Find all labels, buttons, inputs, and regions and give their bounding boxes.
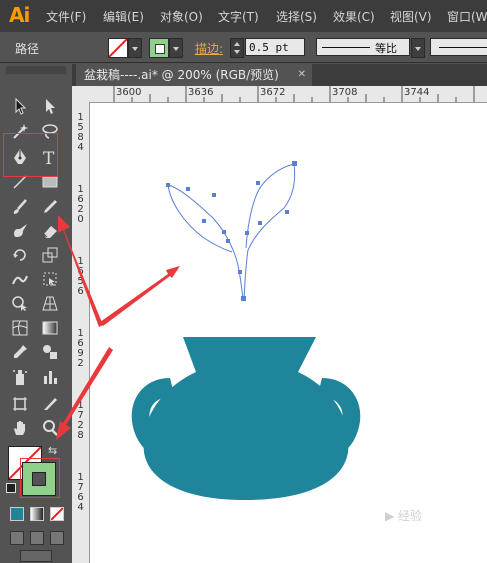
horizontal-ruler[interactable]: 3600 3636 3672 3708 3744: [89, 86, 487, 103]
artwork: [131, 161, 361, 500]
direct-selection-tool-icon[interactable]: [39, 95, 61, 117]
ruler-origin[interactable]: [72, 86, 89, 102]
blend-tool-icon[interactable]: [39, 341, 61, 363]
panel-grip[interactable]: [6, 66, 66, 74]
menu-select[interactable]: 选择(S): [276, 8, 317, 25]
swap-fill-stroke-icon[interactable]: ⇆: [48, 444, 57, 457]
anchor-points: [166, 161, 297, 301]
profile-label: 等比: [375, 42, 397, 55]
document-tab[interactable]: 盆栽稿----.ai* @ 200% (RGB/预览) ✕: [76, 64, 312, 86]
menu-effect[interactable]: 效果(C): [333, 8, 375, 25]
symbol-sprayer-tool-icon[interactable]: [9, 366, 31, 388]
selection-type-label: 路径: [15, 42, 40, 56]
gradient-tool-icon[interactable]: [39, 317, 61, 339]
menu-edit[interactable]: 编辑(E): [103, 8, 144, 25]
stroke-weight-input[interactable]: 0.5 pt: [245, 38, 305, 56]
draw-behind-button[interactable]: [30, 531, 44, 545]
eyedropper-tool-icon[interactable]: [9, 341, 31, 363]
rotate-tool-icon[interactable]: [9, 244, 31, 266]
menu-window[interactable]: 窗口(W: [447, 8, 487, 25]
stroke-swatch-control[interactable]: [149, 38, 169, 58]
menu-view[interactable]: 视图(V): [390, 8, 432, 25]
stroke-weight-spinner[interactable]: [230, 38, 244, 58]
color-mode-button[interactable]: [10, 507, 24, 521]
fill-dropdown[interactable]: [128, 38, 142, 58]
brush-definition[interactable]: [430, 38, 487, 56]
screen-mode-button[interactable]: [20, 550, 52, 562]
menu-object[interactable]: 对象(O): [160, 8, 203, 25]
fill-swatch-control[interactable]: [108, 38, 128, 58]
selection-tool-icon[interactable]: [9, 95, 31, 117]
profile-dropdown[interactable]: [411, 38, 425, 58]
swatch-highlight: [20, 458, 60, 498]
slice-tool-icon[interactable]: [39, 393, 61, 415]
close-icon[interactable]: ✕: [298, 64, 306, 86]
document-tab-title: 盆栽稿----.ai* @ 200% (RGB/预览): [84, 68, 279, 82]
document-tab-bar: 盆栽稿----.ai* @ 200% (RGB/预览) ✕: [72, 64, 487, 86]
artboard-tool-icon[interactable]: [9, 393, 31, 415]
ruler-h-label: 3744: [404, 87, 430, 98]
paintbrush-tool-icon[interactable]: [9, 196, 31, 218]
perspective-grid-tool-icon[interactable]: [39, 292, 61, 314]
pencil-tool-icon[interactable]: [39, 196, 61, 218]
default-colors-icon[interactable]: [6, 483, 16, 493]
stroke-label[interactable]: 描边:: [195, 40, 223, 57]
draw-inside-button[interactable]: [50, 531, 64, 545]
control-bar: 路径 描边: 0.5 pt 等比: [0, 32, 487, 63]
zoom-tool-icon[interactable]: [39, 417, 61, 439]
watermark: ▶ 经验: [385, 509, 423, 523]
none-mode-button[interactable]: [50, 507, 64, 521]
artboard-canvas[interactable]: [90, 103, 487, 563]
ruler-h-label: 3600: [116, 87, 142, 98]
ruler-h-label: 3672: [260, 87, 286, 98]
menu-file[interactable]: 文件(F): [46, 8, 86, 25]
blob-brush-tool-icon[interactable]: [9, 220, 31, 242]
gradient-mode-button[interactable]: [30, 507, 44, 521]
menu-type[interactable]: 文字(T): [218, 8, 259, 25]
draw-normal-button[interactable]: [10, 531, 24, 545]
variable-width-profile[interactable]: 等比: [316, 38, 410, 56]
sprout-path: [167, 163, 296, 299]
hand-tool-icon[interactable]: [9, 417, 31, 439]
teapot-vase-shape: [131, 337, 361, 500]
menu-bar: Ai 文件(F) 编辑(E) 对象(O) 文字(T) 选择(S) 效果(C) 视…: [0, 0, 487, 32]
free-transform-tool-icon[interactable]: [39, 268, 61, 290]
vertical-ruler[interactable]: 158416201656169217281764: [72, 102, 90, 563]
app-logo: Ai: [9, 3, 30, 27]
mesh-tool-icon[interactable]: [9, 317, 31, 339]
shape-builder-tool-icon[interactable]: [9, 292, 31, 314]
ruler-h-label: 3636: [188, 87, 214, 98]
eraser-tool-icon[interactable]: [39, 220, 61, 242]
scale-tool-icon[interactable]: [39, 244, 61, 266]
column-graph-tool-icon[interactable]: [39, 366, 61, 388]
ruler-h-label: 3708: [332, 87, 358, 98]
pen-tool-highlight: [3, 133, 58, 177]
warp-tool-icon[interactable]: [9, 268, 31, 290]
stroke-dropdown[interactable]: [169, 38, 183, 58]
